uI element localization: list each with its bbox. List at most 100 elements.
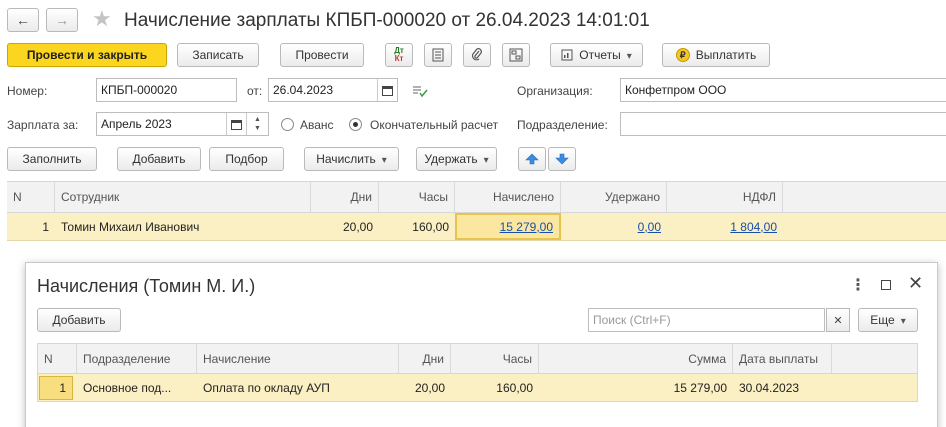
close-icon[interactable]: ✕ [908,273,923,294]
ndfl-link[interactable]: 1 804,00 [730,220,777,234]
sub-row-number: 1 [39,376,73,400]
col-n[interactable]: N [7,182,55,212]
accrued-cell[interactable]: 15 279,00 [455,213,561,240]
sub-division-value[interactable]: Основное под... [77,374,197,401]
arrow-left-icon: ← [16,12,30,28]
number-label: Номер: [7,84,48,98]
table-row[interactable]: 1 Томин Михаил Иванович 20,00 160,00 15 … [7,213,946,241]
sub-col-pay-date[interactable]: Дата выплаты [733,344,832,373]
main-table-header: N Сотрудник Дни Часы Начислено Удержано … [7,181,946,213]
sub-accrual-value[interactable]: Оплата по окладу АУП [197,374,399,401]
more-vertical-icon[interactable]: ⋮ [850,275,866,295]
move-down-button[interactable] [548,147,576,171]
withhold-dropdown[interactable]: Удержать [416,147,497,171]
arrow-down-icon [555,153,569,165]
withhold-label: Удержать [424,152,488,166]
select-button[interactable]: Подбор [209,147,284,171]
window-title: Начисление зарплаты КПБП-000020 от 26.04… [124,10,650,31]
division-label: Подразделение: [517,118,608,132]
document-list-button[interactable] [424,43,452,67]
reports-label: Отчеты [579,48,632,62]
search-placeholder: Поиск (Ctrl+F) [593,313,671,327]
col-accrued[interactable]: Начислено [455,182,561,212]
col-hours[interactable]: Часы [379,182,455,212]
col-withheld[interactable]: Удержано [561,182,667,212]
popup-more-dropdown[interactable]: Еще [858,308,918,332]
sub-col-n[interactable]: N [38,344,77,373]
spin-down-icon[interactable]: ▼ [254,124,261,133]
sub-col-accrual[interactable]: Начисление [197,344,399,373]
withheld-link[interactable]: 0,00 [638,220,661,234]
days-value[interactable]: 20,00 [311,213,379,240]
sub-col-sum[interactable]: Сумма [539,344,733,373]
date-field[interactable]: 26.04.2023 [268,78,398,102]
sub-days-value[interactable]: 20,00 [399,374,451,401]
salary-month-value: Апрель 2023 [101,117,172,131]
back-button[interactable]: ← [7,8,39,32]
reports-dropdown[interactable]: Отчеты [550,43,643,67]
sub-col-division[interactable]: Подразделение [77,344,197,373]
calendar-button[interactable] [377,79,397,101]
sub-pay-date-value[interactable]: 30.04.2023 [733,374,832,401]
maximize-icon[interactable] [881,280,891,290]
fill-button[interactable]: Заполнить [7,147,97,171]
accrue-dropdown[interactable]: Начислить [304,147,399,171]
dt-kt-button[interactable]: Дт Кт [385,43,413,67]
add-button[interactable]: Добавить [117,147,201,171]
organization-field[interactable]: Конфетпром ООО [620,78,946,102]
hours-value[interactable]: 160,00 [379,213,455,240]
advance-label[interactable]: Аванс [300,118,334,132]
date-label: от: [247,84,263,98]
sub-sum-value[interactable]: 15 279,00 [539,374,733,401]
structure-button[interactable] [502,43,530,67]
post-and-close-button[interactable]: Провести и закрыть [7,43,167,67]
forward-button[interactable]: → [46,8,78,32]
paperclip-icon [471,48,482,61]
advance-radio[interactable] [281,118,294,131]
salary-month-field[interactable]: Апрель 2023 ▲ ▼ [96,112,269,136]
col-employee[interactable]: Сотрудник [55,182,311,212]
withheld-cell[interactable]: 0,00 [561,213,667,240]
organization-label: Организация: [517,84,593,98]
title-bar: ← → ★ Начисление зарплаты КПБП-000020 от… [0,0,946,40]
final-settlement-label[interactable]: Окончательный расчет [370,118,498,132]
popup-search-input[interactable]: Поиск (Ctrl+F) [588,308,825,332]
move-up-button[interactable] [518,147,546,171]
col-ndfl[interactable]: НДФЛ [667,182,783,212]
structure-icon [509,48,523,62]
accrued-link[interactable]: 15 279,00 [500,220,553,234]
division-field[interactable] [620,112,946,136]
more-label: Еще [870,313,905,327]
month-spinner[interactable]: ▲ ▼ [246,113,268,135]
table-row[interactable]: 1 Основное под... Оплата по окладу АУП 2… [37,374,918,402]
calendar-icon [382,85,393,96]
popup-add-button[interactable]: Добавить [37,308,121,332]
sub-col-days[interactable]: Дни [399,344,451,373]
accrue-label: Начислить [316,152,387,166]
date-value: 26.04.2023 [273,83,334,97]
save-button[interactable]: Записать [177,43,259,67]
accruals-popup: Начисления (Томин М. И.) ⋮ ✕ Добавить По… [25,262,938,427]
spin-up-icon[interactable]: ▲ [254,115,261,124]
post-button[interactable]: Провести [280,43,364,67]
calendar-icon [231,119,242,130]
pay-button[interactable]: ₽ Выплатить [662,43,770,67]
clear-icon: ✕ [833,314,843,327]
ndfl-cell[interactable]: 1 804,00 [667,213,783,240]
sub-hours-value[interactable]: 160,00 [451,374,539,401]
favorite-star-icon[interactable]: ★ [92,6,112,32]
report-icon [561,49,573,61]
arrow-right-icon: → [55,12,69,28]
attach-button[interactable] [463,43,491,67]
sub-col-hours[interactable]: Часы [451,344,539,373]
pay-label: Выплатить [695,48,757,62]
clear-search-button[interactable]: ✕ [826,308,850,332]
employee-name[interactable]: Томин Михаил Иванович [55,213,311,240]
final-settlement-radio[interactable] [349,118,362,131]
history-check-icon[interactable] [412,84,428,98]
month-calendar-button[interactable] [226,113,246,135]
col-days[interactable]: Дни [311,182,379,212]
popup-table-header: N Подразделение Начисление Дни Часы Сумм… [37,343,918,374]
arrow-up-icon [525,153,539,165]
number-field[interactable]: КПБП-000020 [96,78,237,102]
